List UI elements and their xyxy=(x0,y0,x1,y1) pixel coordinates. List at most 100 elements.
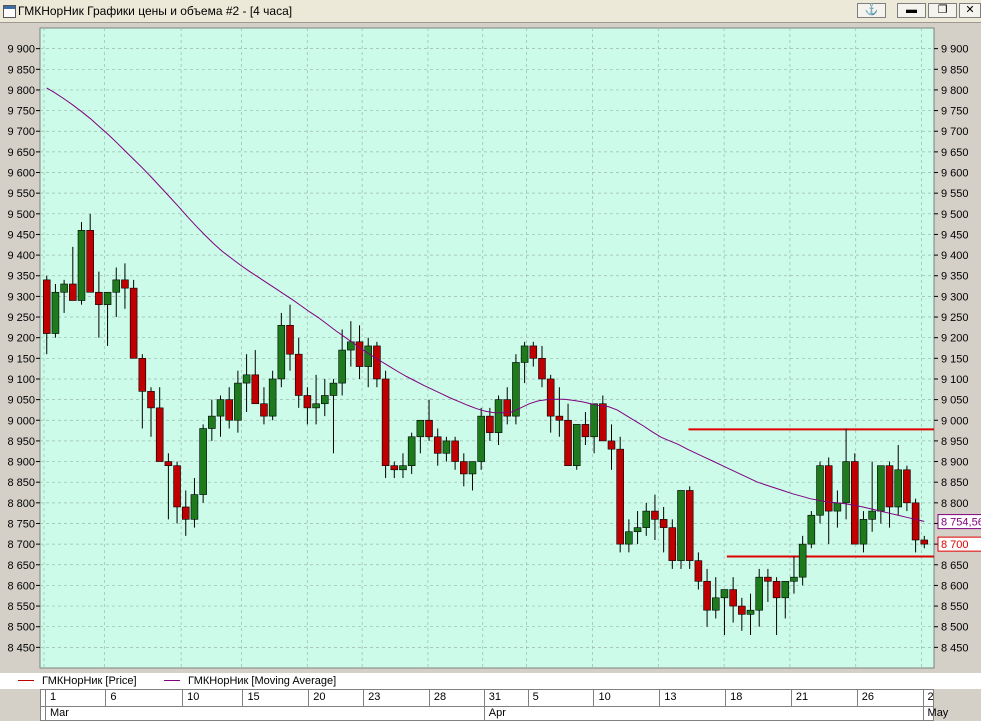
candle-body xyxy=(373,345,381,380)
candle-body xyxy=(546,378,555,417)
candle-body xyxy=(77,230,86,301)
candle-body xyxy=(164,461,173,466)
y-tick-label: 8 650 xyxy=(941,560,969,572)
y-tick-label: 9 650 xyxy=(7,147,35,159)
y-tick-label: 8 800 xyxy=(7,498,35,510)
candle-body xyxy=(816,465,824,516)
candle-body xyxy=(294,353,303,396)
close-button[interactable]: ✕ xyxy=(959,3,981,18)
candle-body xyxy=(859,519,868,545)
y-tick-label: 8 650 xyxy=(7,560,35,572)
candle-body xyxy=(268,378,277,417)
candle-body xyxy=(746,609,755,615)
x-day-tick: 6 xyxy=(105,690,182,706)
candle-body xyxy=(668,527,677,561)
x-day-tick: 31 xyxy=(483,690,528,706)
candle-body xyxy=(790,576,798,582)
candle-body xyxy=(416,419,425,438)
x-day-tick: 20 xyxy=(308,690,363,706)
candle-body xyxy=(607,440,616,450)
candle-body xyxy=(460,461,468,475)
x-axis: 1 6 10 15 20 23 28 31 5 10 13 18 21 26 2 Mar Apr May xyxy=(40,689,948,721)
y-tick-label: 9 250 xyxy=(7,312,35,324)
candle-body xyxy=(851,461,859,545)
y-tick-label: 9 400 xyxy=(7,250,35,262)
x-day-tick: 21 xyxy=(790,690,857,706)
y-tick-label: 9 600 xyxy=(941,168,969,180)
candle-body xyxy=(720,589,729,599)
anchor-icon[interactable]: ⚓ xyxy=(857,3,886,18)
candle-body xyxy=(694,560,703,582)
candle-body xyxy=(798,543,807,578)
x-day-tick: 5 xyxy=(527,690,594,706)
y-tick-label: 9 250 xyxy=(941,312,969,324)
restore-button[interactable]: ❐ xyxy=(928,3,957,18)
minimize-button[interactable]: ▬ xyxy=(897,3,926,18)
y-tick-label: 8 550 xyxy=(7,601,35,613)
y-tick-label: 8 900 xyxy=(941,457,969,469)
y-tick-label: 8 500 xyxy=(7,622,35,634)
y-tick-label: 9 300 xyxy=(941,291,969,303)
candle-body xyxy=(451,440,459,462)
y-tick-label: 8 950 xyxy=(941,436,969,448)
x-day-tick: 10 xyxy=(593,690,659,706)
y-tick-label: 9 150 xyxy=(941,353,969,365)
candle-body xyxy=(138,358,147,392)
candle-body xyxy=(894,469,902,508)
candle-body xyxy=(321,395,329,405)
y-tick-label: 8 700 xyxy=(7,539,35,551)
y-tick-label: 9 800 xyxy=(941,85,969,97)
candle-body xyxy=(121,279,129,289)
candle-body xyxy=(599,403,607,442)
candle-body xyxy=(286,324,294,355)
candle-body xyxy=(781,580,790,599)
y-tick-label: 9 800 xyxy=(7,85,35,97)
candle-body xyxy=(703,580,711,611)
candle-body xyxy=(234,382,242,421)
candle-body xyxy=(69,283,77,301)
candle-body xyxy=(364,345,372,367)
x-day-tick: 18 xyxy=(725,690,791,706)
y-tick-label: 9 050 xyxy=(7,395,35,407)
candle-body xyxy=(581,424,590,438)
y-tick-label: 9 900 xyxy=(7,44,35,56)
y-tick-label: 9 500 xyxy=(7,209,35,221)
candle-body xyxy=(260,403,268,417)
y-tick-label: 9 100 xyxy=(7,374,35,386)
y-tick-label: 9 600 xyxy=(7,168,35,180)
y-tick-label: 9 500 xyxy=(941,209,969,221)
y-tick-label: 9 700 xyxy=(7,126,35,138)
y-tick-label: 9 550 xyxy=(941,188,969,200)
candle-body xyxy=(112,279,121,293)
candle-body xyxy=(833,502,842,512)
candle-body xyxy=(764,576,772,582)
candle-body xyxy=(885,465,894,508)
price-tag-label: 8 700 xyxy=(941,539,969,551)
candle-body xyxy=(729,589,737,607)
y-tick-label: 8 600 xyxy=(7,580,35,592)
candle-body xyxy=(468,461,477,475)
y-tick-label: 9 100 xyxy=(941,374,969,386)
candle-body xyxy=(60,283,68,293)
candle-body xyxy=(190,494,199,520)
y-tick-label: 8 500 xyxy=(941,622,969,634)
candle-body xyxy=(199,428,207,495)
candle-body xyxy=(520,345,529,363)
candle-body xyxy=(208,415,216,429)
candlestick-chart[interactable]: 8 450 8 500 8 550 8 600 8 650 8 700 8 750 8 800… xyxy=(0,22,981,673)
candle-body xyxy=(590,403,598,438)
y-tick-label: 9 050 xyxy=(941,395,969,407)
candle-body xyxy=(738,605,746,615)
candle-body xyxy=(486,415,494,433)
candle-body xyxy=(555,415,564,421)
y-tick-label: 9 000 xyxy=(7,415,35,427)
candle-body xyxy=(920,539,929,545)
candle-body xyxy=(903,469,911,504)
y-tick-label: 8 850 xyxy=(7,477,35,489)
candle-body xyxy=(399,465,407,471)
candle-body xyxy=(381,378,390,466)
y-tick-label: 8 450 xyxy=(941,642,969,654)
candle-body xyxy=(503,399,512,417)
y-tick-label: 9 350 xyxy=(7,271,35,283)
y-tick-label: 8 450 xyxy=(7,642,35,654)
